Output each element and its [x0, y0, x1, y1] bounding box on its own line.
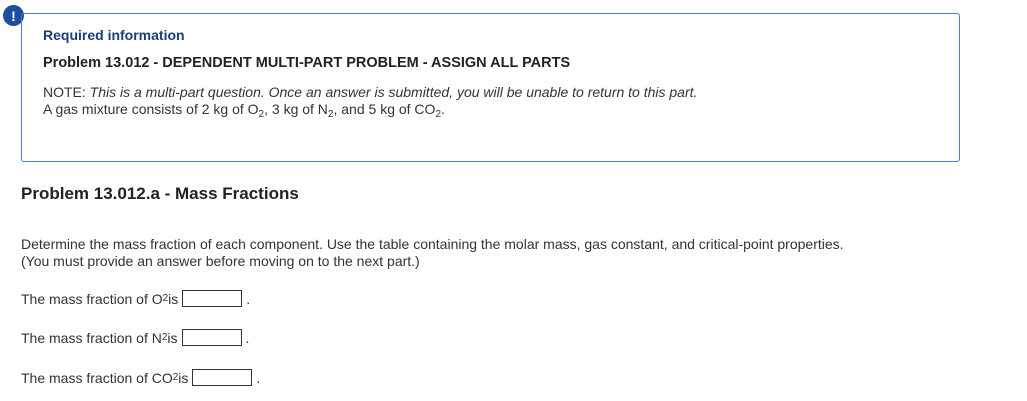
- question-n2: The mass fraction of N2 is .: [21, 329, 250, 346]
- required-info-heading: Required information: [43, 27, 185, 43]
- answer-input-o2[interactable]: [182, 290, 243, 307]
- answer-input-n2[interactable]: [181, 329, 242, 346]
- problem-title: Problem 13.012 - DEPENDENT MULTI-PART PR…: [43, 55, 571, 71]
- answer-input-co2[interactable]: [192, 369, 253, 386]
- question-co2: The mass fraction of CO 2 is .: [21, 369, 261, 386]
- note-text: NOTE: This is a multi-part question. Onc…: [43, 84, 697, 123]
- problem-setup: A gas mixture consists of 2 kg of O2, 3 …: [43, 101, 445, 120]
- question-o2: The mass fraction of O2 is .: [21, 290, 251, 307]
- part-instructions: Determine the mass fraction of each comp…: [21, 236, 844, 269]
- part-title: Problem 13.012.a - Mass Fractions: [21, 184, 299, 203]
